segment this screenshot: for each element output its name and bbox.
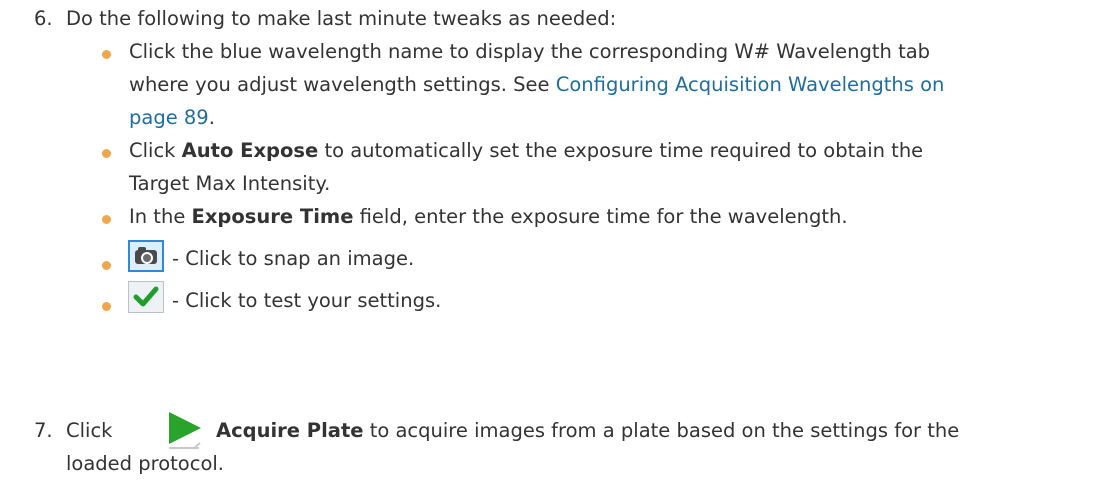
bullet-dot: [102, 302, 111, 311]
bullet-dot: [102, 50, 111, 59]
list-item: Click the blue wavelength name to displa…: [129, 35, 1089, 134]
item-line: Click the blue wavelength name to displa…: [129, 40, 931, 63]
step-text: loaded protocol.: [66, 452, 224, 475]
item-line: Target Max Intensity.: [129, 172, 331, 195]
step-text: Do the following to make last minute twe…: [66, 7, 617, 30]
item-text: In the: [129, 205, 192, 228]
item-text: - Click to snap an image.: [172, 247, 415, 270]
step-text: Click: [66, 414, 112, 447]
bullet-dot: [102, 261, 111, 270]
document-page: 6. Do the following to make last minute …: [0, 0, 1107, 488]
item-text: field, enter the exposure time for the w…: [353, 205, 848, 228]
configuring-wavelengths-link[interactable]: Configuring Acquisition Wavelengths on: [556, 73, 945, 96]
auto-expose-label: Auto Expose: [181, 139, 319, 162]
item-line: Click Auto Expose to automatically set t…: [129, 134, 1089, 167]
item-line: where you adjust wavelength settings. Se…: [129, 68, 1089, 101]
item-text: where you adjust wavelength settings. Se…: [129, 73, 556, 96]
step-number: 7.: [34, 419, 53, 442]
bullet-dot: [102, 215, 111, 224]
page-link[interactable]: page 89: [129, 106, 209, 129]
item-line: page 89.: [129, 101, 1089, 134]
play-icon[interactable]: [163, 408, 207, 452]
list-item: - Click to test your settings.: [172, 284, 1107, 317]
item-text: Click: [66, 419, 113, 442]
step-number: 6.: [34, 7, 53, 30]
item-text: - Click to test your settings.: [172, 289, 442, 312]
list-item: Click Auto Expose to automatically set t…: [129, 134, 1089, 200]
item-text: Click: [129, 139, 182, 162]
bullet-dot: [102, 149, 111, 158]
step-text: Acquire Plate to acquire images from a p…: [216, 414, 959, 447]
acquire-plate-label: Acquire Plate: [216, 419, 364, 442]
checkmark-icon[interactable]: [128, 281, 164, 313]
list-item: - Click to snap an image.: [172, 242, 1107, 275]
item-text: .: [208, 106, 215, 129]
list-item: In the Exposure Time field, enter the ex…: [129, 200, 1089, 233]
item-text: to acquire images from a plate based on …: [363, 419, 960, 442]
camera-icon[interactable]: [128, 240, 164, 272]
exposure-time-label: Exposure Time: [191, 205, 354, 228]
item-text: to automatically set the exposure time r…: [318, 139, 924, 162]
